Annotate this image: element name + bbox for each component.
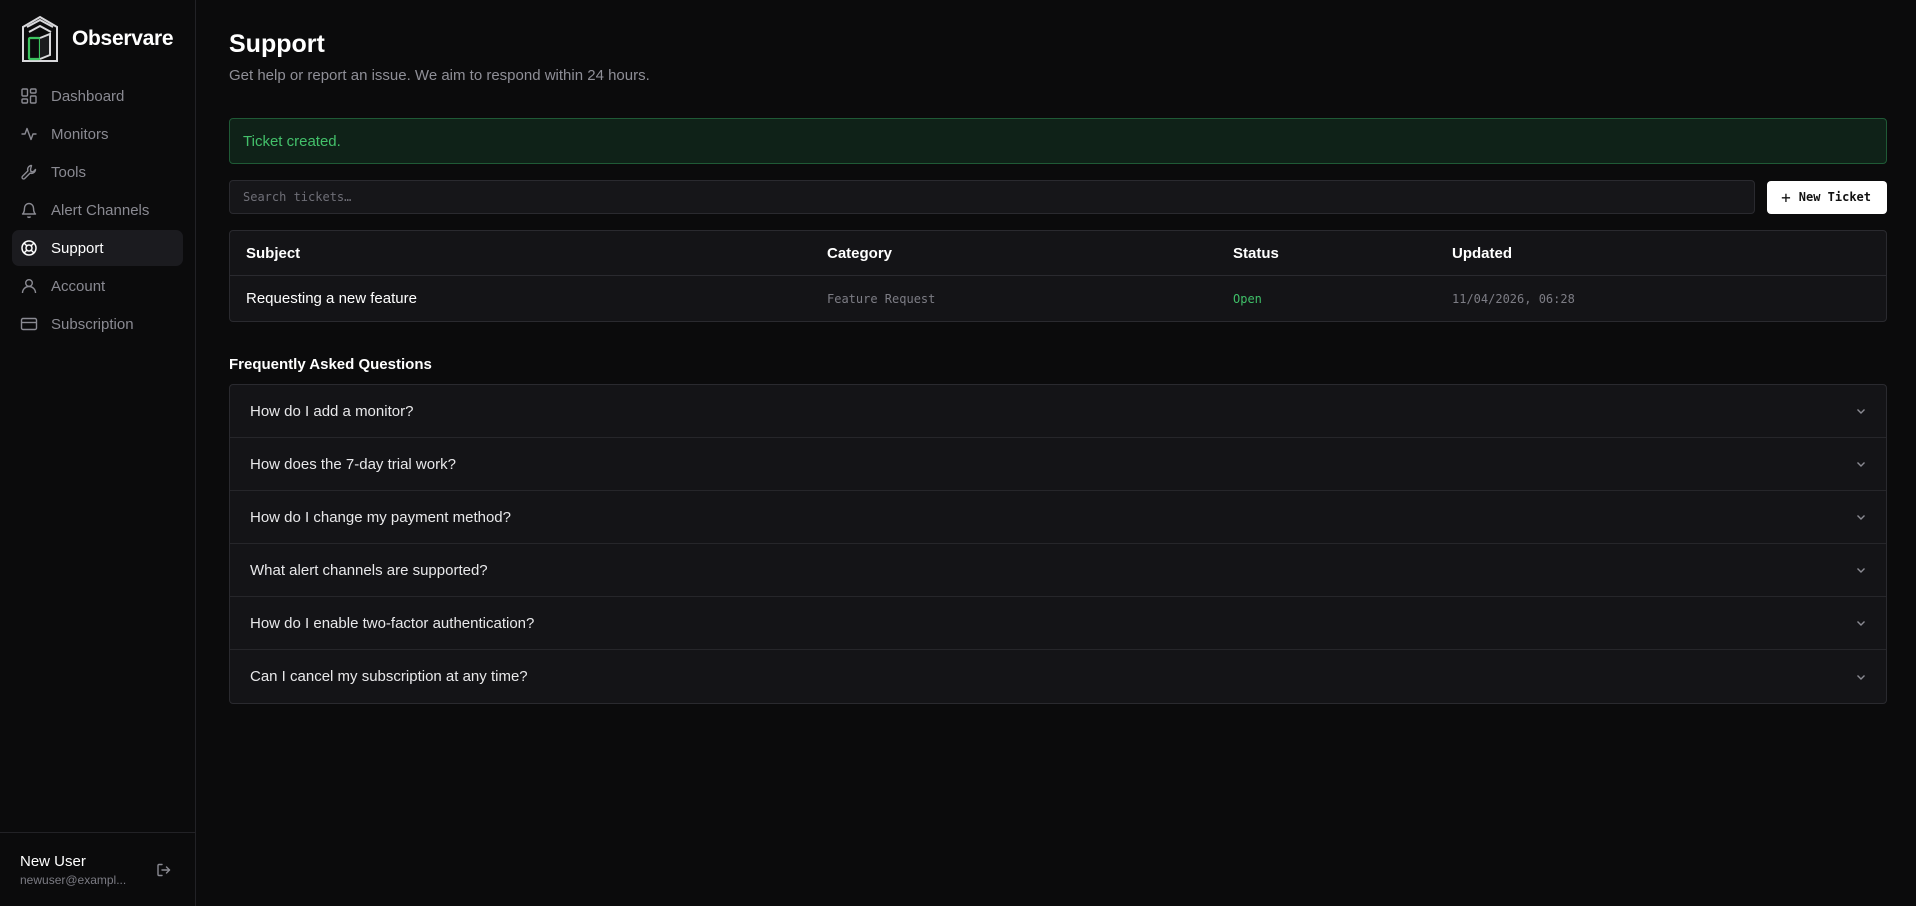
faq-title: Frequently Asked Questions (229, 356, 432, 373)
faq-question: What alert channels are supported? (250, 561, 488, 579)
sidebar: Observare Dashboard Monitors Tools Alert… (0, 0, 196, 906)
status-badge: Open (1233, 291, 1262, 306)
faq-question: How do I change my payment method? (250, 508, 511, 526)
dashboard-icon (21, 88, 37, 104)
faq-item[interactable]: How do I enable two-factor authenticatio… (230, 597, 1886, 650)
main-content: Support Get help or report an issue. We … (196, 0, 1916, 906)
table-row[interactable]: Requesting a new feature Feature Request… (230, 276, 1886, 321)
ticket-subject[interactable]: Requesting a new feature (230, 290, 811, 307)
sidebar-item-label: Dashboard (51, 87, 125, 105)
sidebar-item-label: Alert Channels (51, 201, 150, 219)
alert-message: Ticket created. (243, 132, 341, 150)
sidebar-item-label: Tools (51, 163, 87, 181)
observare-logo-icon (22, 15, 58, 62)
lifebuoy-icon (21, 240, 37, 256)
sidebar-item-dashboard[interactable]: Dashboard (12, 78, 183, 114)
column-header-category[interactable]: Category (811, 245, 1217, 262)
brand[interactable]: Observare (0, 0, 195, 78)
chevron-down-icon (1857, 568, 1865, 573)
ticket-toolbar: + New Ticket (229, 180, 1887, 214)
sidebar-item-account[interactable]: Account (12, 268, 183, 304)
chevron-down-icon (1857, 674, 1865, 680)
success-alert: Ticket created. (229, 118, 1887, 164)
credit-card-icon (20, 317, 38, 331)
user-email: newuser@exampl... (20, 872, 127, 887)
sidebar-item-label: Monitors (51, 125, 109, 143)
chevron-down-icon (1857, 621, 1865, 626)
column-header-status[interactable]: Status (1217, 245, 1436, 262)
page-title: Support (229, 30, 325, 58)
user-info: New User newuser@exampl... (20, 853, 145, 887)
chevron-down-icon (1857, 515, 1865, 520)
user-name: New User (20, 852, 86, 870)
wrench-icon (21, 164, 37, 180)
page-subtitle: Get help or report an issue. We aim to r… (229, 67, 650, 84)
user-icon (21, 279, 37, 294)
faq-item[interactable]: What alert channels are supported? (230, 544, 1886, 597)
sidebar-item-subscription[interactable]: Subscription (12, 306, 183, 342)
column-header-subject[interactable]: Subject (230, 245, 811, 262)
table-header: Subject Category Status Updated (230, 231, 1886, 276)
sidebar-item-label: Support (51, 239, 104, 257)
sidebar-item-label: Account (51, 277, 106, 295)
tickets-table: Subject Category Status Updated Requesti… (229, 230, 1887, 322)
plus-icon: + (1781, 187, 1791, 207)
chevron-down-icon (1857, 462, 1865, 467)
logout-icon (157, 863, 171, 876)
user-footer: New User newuser@exampl... (0, 832, 195, 906)
faq-question: How does the 7-day trial work? (250, 455, 456, 473)
logout-button[interactable] (153, 859, 175, 881)
activity-icon (21, 127, 37, 141)
bell-icon (21, 202, 37, 219)
new-ticket-label: New Ticket (1798, 190, 1871, 204)
chevron-down-icon (1857, 409, 1865, 414)
faq-list: How do I add a monitor? How does the 7-d… (229, 384, 1887, 704)
ticket-updated: 11/04/2026, 06:28 (1452, 291, 1575, 306)
faq-item[interactable]: How do I add a monitor? (230, 385, 1886, 438)
faq-item[interactable]: Can I cancel my subscription at any time… (230, 650, 1886, 703)
sidebar-item-label: Subscription (51, 315, 134, 333)
faq-question: How do I enable two-factor authenticatio… (250, 614, 535, 632)
sidebar-item-monitors[interactable]: Monitors (12, 116, 183, 152)
sidebar-item-tools[interactable]: Tools (12, 154, 183, 190)
sidebar-item-alert-channels[interactable]: Alert Channels (12, 192, 183, 228)
search-input[interactable] (229, 180, 1756, 214)
sidebar-nav: Dashboard Monitors Tools Alert Channels (0, 78, 195, 344)
faq-item[interactable]: How does the 7-day trial work? (230, 438, 1886, 491)
faq-item[interactable]: How do I change my payment method? (230, 491, 1886, 544)
brand-name: Observare (72, 27, 174, 50)
sidebar-item-support[interactable]: Support (12, 230, 183, 266)
faq-question: How do I add a monitor? (250, 402, 414, 420)
column-header-updated[interactable]: Updated (1436, 245, 1886, 262)
new-ticket-button[interactable]: + New Ticket (1767, 180, 1887, 214)
ticket-category: Feature Request (827, 291, 936, 306)
faq-question: Can I cancel my subscription at any time… (250, 668, 528, 685)
